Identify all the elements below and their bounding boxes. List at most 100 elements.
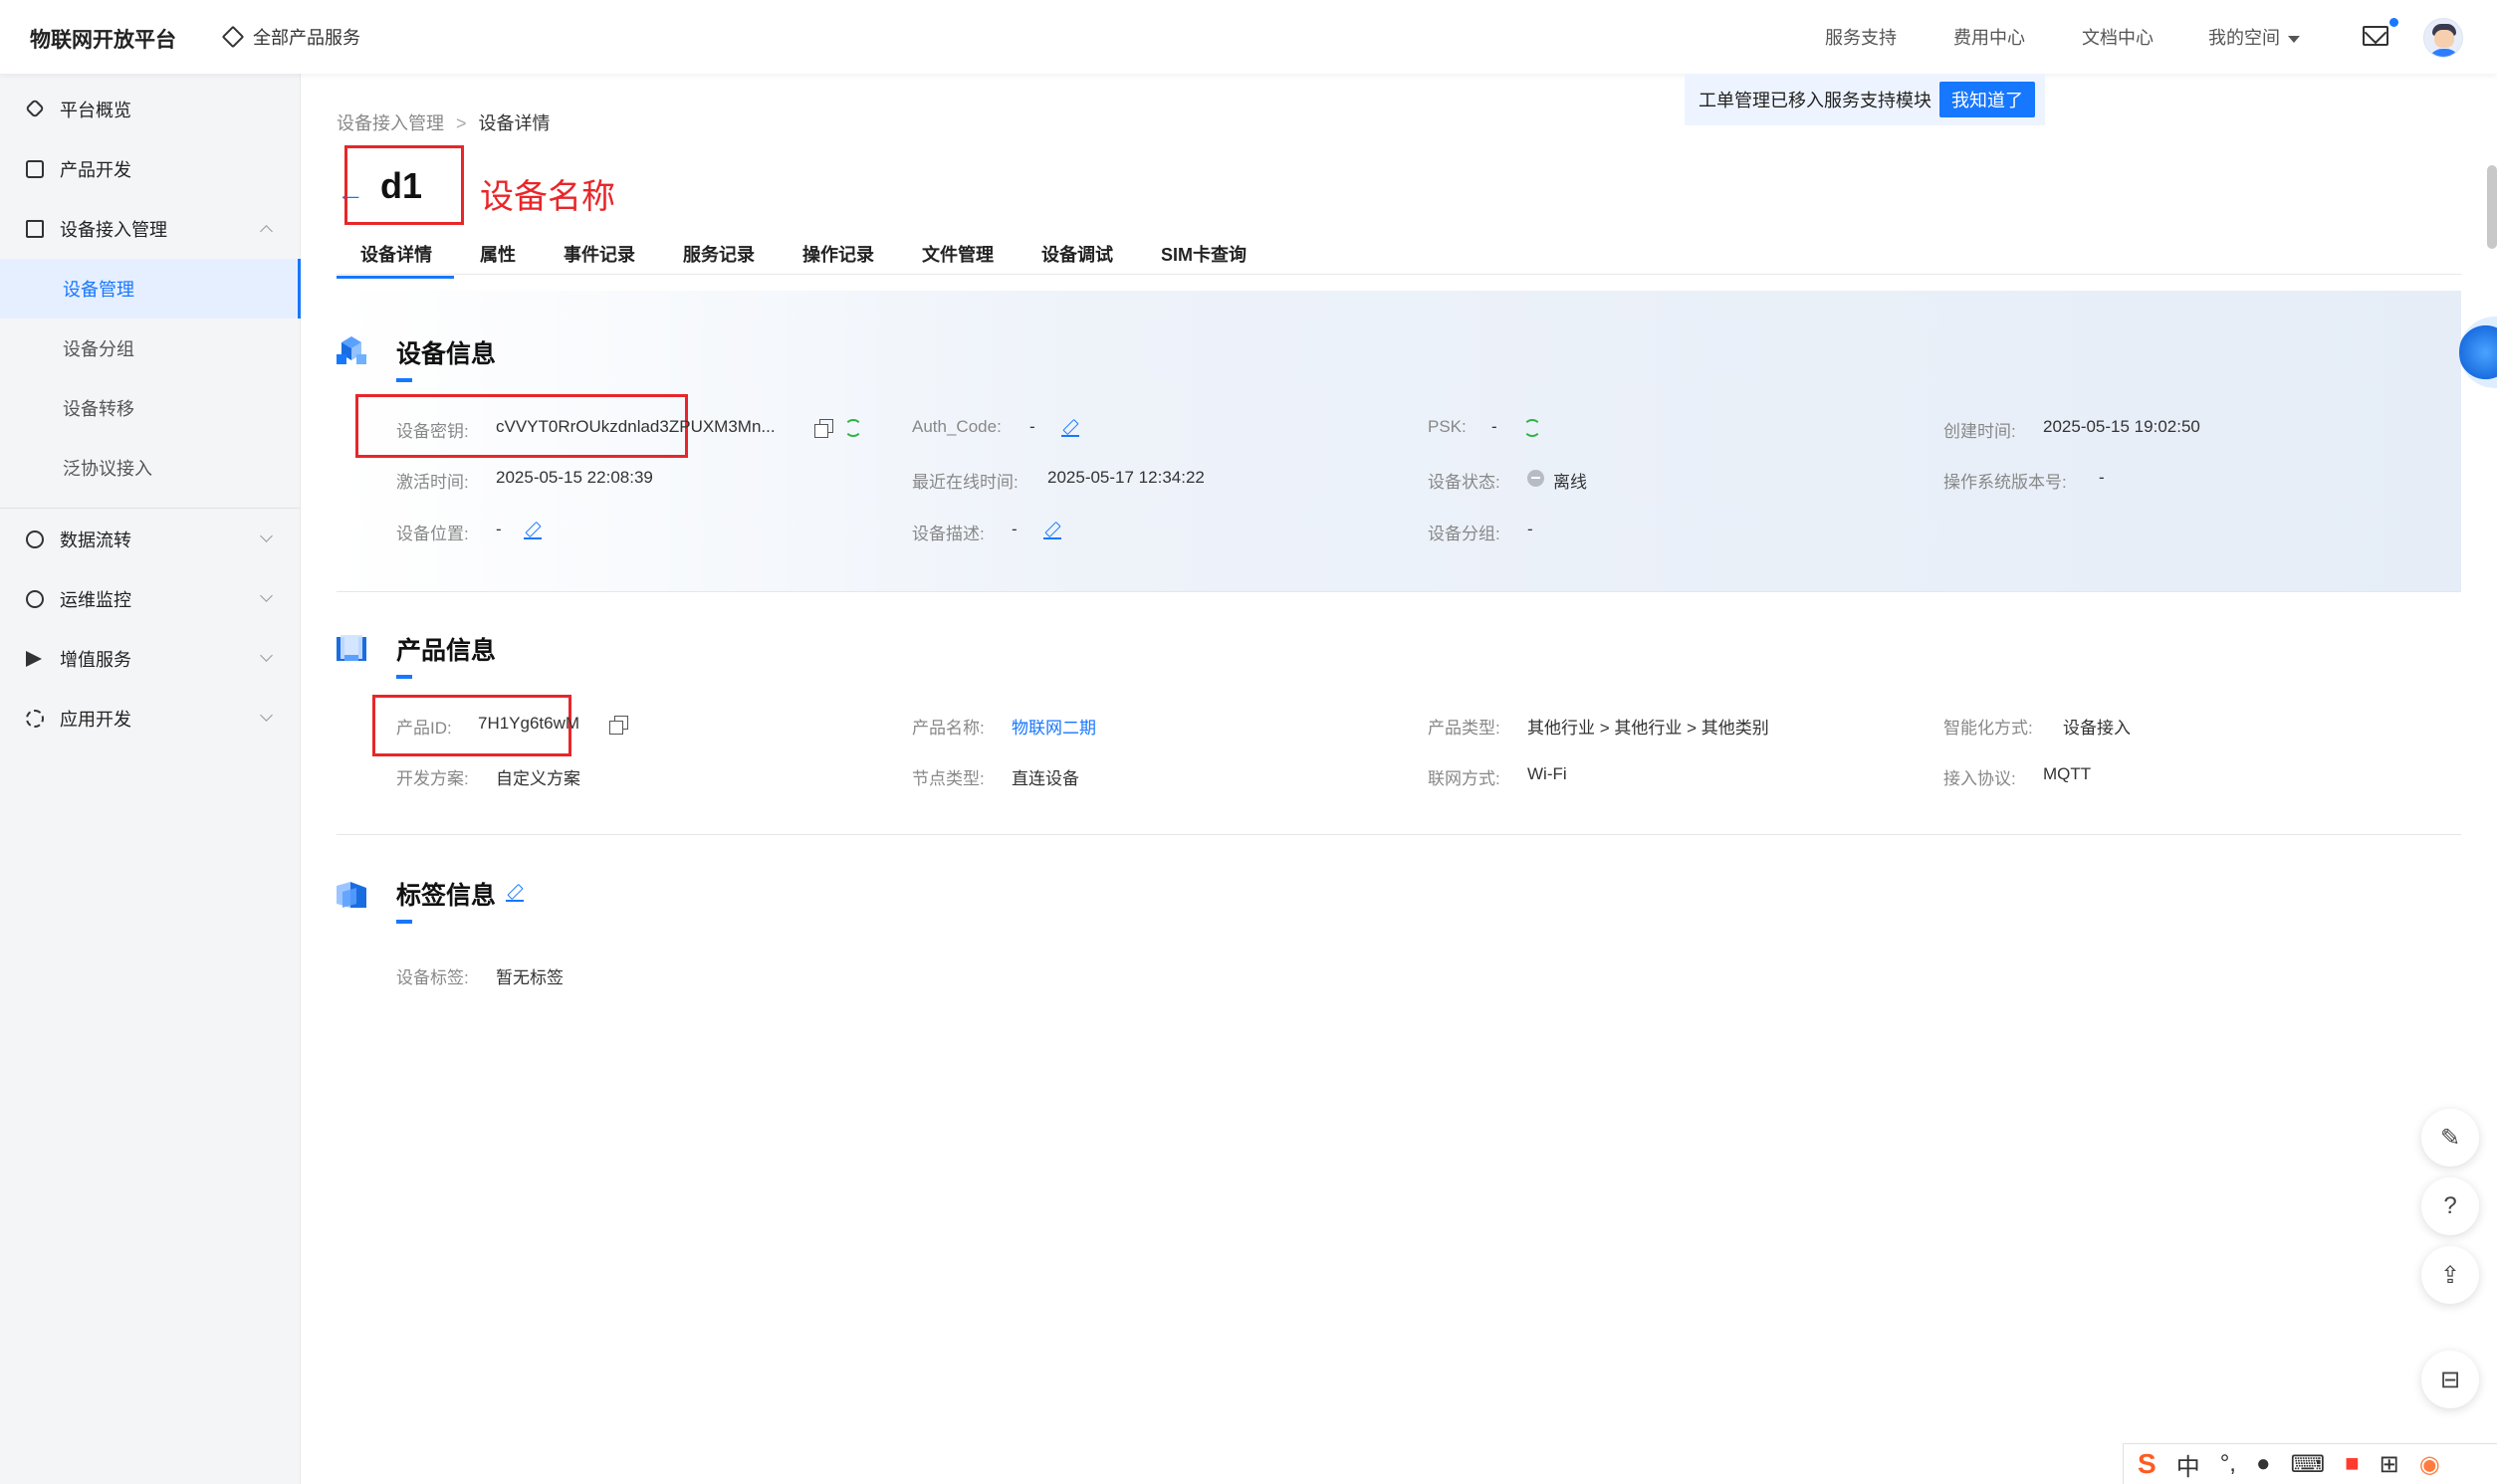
cloud-service-icon[interactable]: ⇪: [2421, 1246, 2479, 1304]
flow-icon: [26, 530, 44, 548]
tab-device-detail[interactable]: 设备详情: [337, 241, 454, 279]
annotation-box-title: [344, 145, 464, 225]
help-icon[interactable]: ?: [2421, 1177, 2479, 1235]
last-online-value: 2025-05-17 12:34:22: [1047, 468, 1205, 487]
ime-punctuation[interactable]: °,: [2220, 1450, 2236, 1478]
device-tag-label: 设备标签:: [396, 968, 469, 987]
device-secret-label: 设备密钥:: [396, 422, 469, 441]
sidebar-subitem-label: 泛协议接入: [63, 459, 152, 479]
product-name-label: 产品名称:: [912, 719, 985, 738]
skin-icon[interactable]: ■: [2345, 1450, 2360, 1478]
nav-billing-center[interactable]: 费用中心: [1953, 24, 2025, 50]
device-status-value: 离线: [1553, 473, 1587, 492]
hexagon-icon: [25, 99, 45, 118]
tab-device-debug[interactable]: 设备调试: [1041, 241, 1113, 267]
tab-sim-query[interactable]: SIM卡查询: [1161, 241, 1247, 267]
got-it-button[interactable]: 我知道了: [1939, 82, 2035, 117]
os-version-label: 操作系统版本号:: [1943, 473, 2067, 492]
sidebar-divider: [0, 508, 301, 509]
sidebar-item-label: 平台概览: [60, 101, 131, 120]
sidebar-item-data-flow[interactable]: 数据流转: [0, 510, 301, 569]
sidebar-item-ops-monitor[interactable]: 运维监控: [0, 569, 301, 629]
sidebar-item-value-added[interactable]: 增值服务: [0, 629, 301, 689]
activated-time-label: 激活时间:: [396, 473, 469, 492]
smart-mode-label: 智能化方式:: [1943, 719, 2033, 738]
ime-language[interactable]: 中: [2176, 1447, 2200, 1482]
os-version-value: -: [2099, 468, 2105, 487]
refresh-icon[interactable]: [1523, 419, 1541, 437]
device-location-value: -: [496, 520, 502, 538]
sidebar-item-device-access[interactable]: 设备接入管理: [0, 199, 301, 259]
breadcrumb-current: 设备详情: [478, 113, 551, 133]
dev-scheme-label: 开发方案:: [396, 769, 469, 788]
sidebar-subitem-device-manage[interactable]: 设备管理: [0, 259, 301, 318]
monitor-icon: [26, 590, 44, 608]
avatar[interactable]: [2423, 18, 2463, 58]
tab-event-records[interactable]: 事件记录: [564, 241, 635, 267]
copy-icon[interactable]: [814, 419, 833, 438]
mail-icon[interactable]: [2363, 26, 2388, 46]
chevron-down-icon: [260, 709, 273, 722]
product-id-label: 产品ID:: [396, 719, 452, 738]
sogou-logo-icon[interactable]: S: [2138, 1448, 2156, 1480]
grid-menu-icon[interactable]: ⊞: [2380, 1450, 2399, 1479]
breadcrumb-parent[interactable]: 设备接入管理: [337, 113, 444, 133]
divider: [337, 834, 2461, 835]
sidebar-subitem-device-group[interactable]: 设备分组: [0, 318, 301, 378]
node-type-value: 直连设备: [1012, 769, 1079, 788]
tab-file-management[interactable]: 文件管理: [922, 241, 994, 267]
product-type-label: 产品类型:: [1428, 719, 1500, 738]
diamond-icon: [221, 25, 245, 49]
node-type-label: 节点类型:: [912, 769, 985, 788]
cube-icon: [26, 160, 44, 178]
edit-icon[interactable]: [506, 884, 524, 902]
device-tag-value: 暂无标签: [496, 968, 564, 987]
edit-icon[interactable]: [524, 522, 542, 539]
nav-my-space[interactable]: 我的空间: [2208, 24, 2300, 50]
layers-icon: [26, 220, 44, 238]
auth-code-value: -: [1029, 417, 1035, 436]
refresh-icon[interactable]: [844, 419, 862, 437]
copy-icon[interactable]: [609, 716, 628, 735]
nav-doc-center[interactable]: 文档中心: [2082, 24, 2154, 50]
top-bar: 物联网开放平台 全部产品服务 服务支持 费用中心 文档中心 我的空间: [0, 0, 2497, 74]
device-group-label: 设备分组:: [1428, 525, 1500, 543]
created-time-label: 创建时间:: [1943, 422, 2016, 441]
notice-text: 工单管理已移入服务支持模块: [1699, 91, 1931, 110]
sidebar-subitem-device-transfer[interactable]: 设备转移: [0, 378, 301, 438]
chevron-down-icon: [260, 530, 273, 542]
product-name-link[interactable]: 物联网二期: [1012, 714, 1096, 739]
sidebar-item-label: 数据流转: [60, 530, 131, 550]
edit-icon[interactable]: [1043, 522, 1061, 539]
all-products-menu[interactable]: 全部产品服务: [221, 24, 360, 50]
microphone-icon[interactable]: ●: [2256, 1450, 2271, 1478]
keyboard-icon[interactable]: ⌨: [2290, 1450, 2325, 1479]
tab-service-records[interactable]: 服务记录: [683, 241, 755, 267]
tab-properties[interactable]: 属性: [480, 241, 516, 267]
device-location-label: 设备位置:: [396, 525, 469, 543]
sidebar-subitem-generic-protocol[interactable]: 泛协议接入: [0, 438, 301, 498]
sidebar: 平台概览 产品开发 设备接入管理 设备管理 设备分组 设备转移 泛协议接入 数据…: [0, 74, 301, 1484]
tab-operation-records[interactable]: 操作记录: [802, 241, 874, 267]
caret-down-icon: [2288, 35, 2300, 43]
edit-icon[interactable]: [1061, 419, 1079, 437]
scrollbar-thumb[interactable]: [2487, 165, 2497, 249]
nav-service-support[interactable]: 服务支持: [1825, 24, 1897, 50]
ime-mascot-icon[interactable]: ◉: [2419, 1450, 2440, 1479]
network-mode-value: Wi-Fi: [1527, 764, 1567, 783]
dev-icon: [26, 710, 44, 728]
chevron-down-icon: [260, 589, 273, 602]
device-status-label: 设备状态:: [1428, 473, 1500, 492]
feedback-edit-icon[interactable]: ✎: [2421, 1109, 2479, 1166]
device-secret-value: cVVYT0RrOUkzdnlad3ZPUXM3Mn...: [496, 417, 776, 436]
collapse-panel-icon[interactable]: ⊟: [2421, 1351, 2479, 1408]
device-group-value: -: [1527, 520, 1533, 538]
section-underline: [396, 675, 412, 679]
sidebar-item-label: 设备接入管理: [60, 220, 167, 240]
sidebar-item-overview[interactable]: 平台概览: [0, 80, 301, 139]
sidebar-item-product-dev[interactable]: 产品开发: [0, 139, 301, 199]
send-icon: [26, 651, 42, 667]
sidebar-item-app-dev[interactable]: 应用开发: [0, 689, 301, 748]
brand-title[interactable]: 物联网开放平台: [30, 24, 176, 54]
product-type-value: 其他行业 > 其他行业 > 其他类别: [1527, 719, 1769, 738]
